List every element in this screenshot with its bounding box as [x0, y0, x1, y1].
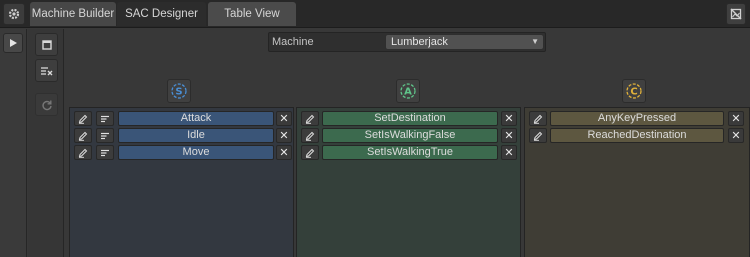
machine-label: Machine	[272, 36, 314, 48]
svg-text:A: A	[404, 87, 412, 98]
state-row: Move ✕	[74, 145, 292, 160]
refresh-icon	[41, 100, 52, 110]
svg-text:C: C	[630, 87, 637, 98]
edit-button[interactable]	[529, 111, 547, 126]
state-badge-icon: S	[171, 83, 187, 99]
condition-badge-icon: C	[626, 83, 642, 99]
actions-column: SetDestination ✕ SetIsWalkingFalse ✕ Set…	[296, 107, 521, 257]
play-button[interactable]	[3, 33, 23, 53]
pencil-icon	[305, 114, 315, 124]
delete-button[interactable]: ✕	[728, 111, 744, 126]
settings-button[interactable]	[3, 3, 25, 25]
pencil-icon	[533, 131, 543, 141]
pencil-icon	[78, 131, 88, 141]
state-row: Idle ✕	[74, 128, 292, 143]
states-column-icon[interactable]: S	[167, 79, 191, 103]
delete-button[interactable]: ✕	[276, 145, 292, 160]
pencil-icon	[78, 114, 88, 124]
top-toolbar: Machine Builder SAC Designer Table View	[0, 0, 750, 28]
close-icon: ✕	[504, 146, 514, 159]
condition-row: AnyKeyPressed ✕	[529, 111, 747, 126]
edit-button[interactable]	[529, 128, 547, 143]
action-row: SetIsWalkingTrue ✕	[301, 145, 517, 160]
machine-selected-value: Lumberjack	[391, 36, 448, 48]
pencil-icon	[305, 148, 315, 158]
chevron-down-icon: ▼	[531, 37, 539, 46]
details-button[interactable]	[96, 128, 114, 143]
new-window-button[interactable]	[35, 33, 58, 56]
condition-name[interactable]: AnyKeyPressed	[550, 111, 724, 126]
delete-button[interactable]: ✕	[501, 145, 517, 160]
close-icon: ✕	[279, 112, 289, 125]
state-row: Attack ✕	[74, 111, 292, 126]
condition-name[interactable]: ReachedDestination	[550, 128, 724, 143]
action-row: SetIsWalkingFalse ✕	[301, 128, 517, 143]
close-icon: ✕	[504, 129, 514, 142]
window-icon	[41, 39, 52, 50]
clear-list-icon	[40, 66, 52, 75]
pencil-icon	[533, 114, 543, 124]
delete-button[interactable]: ✕	[728, 128, 744, 143]
machine-dropdown[interactable]: Lumberjack ▼	[385, 34, 544, 50]
edit-button[interactable]	[74, 145, 92, 160]
image-off-icon	[730, 8, 742, 20]
list-icon	[101, 149, 109, 156]
refresh-button[interactable]	[35, 93, 58, 116]
gear-icon	[8, 8, 20, 20]
delete-button[interactable]: ✕	[501, 111, 517, 126]
tab-table-view[interactable]: Table View	[208, 2, 296, 26]
close-icon: ✕	[731, 112, 741, 125]
tab-sac-designer[interactable]: SAC Designer	[117, 2, 206, 26]
close-icon: ✕	[731, 129, 741, 142]
details-button[interactable]	[96, 111, 114, 126]
delete-button[interactable]: ✕	[276, 128, 292, 143]
actions-column-icon[interactable]: A	[396, 79, 420, 103]
pencil-icon	[305, 131, 315, 141]
conditions-column-icon[interactable]: C	[622, 79, 646, 103]
states-column: Attack ✕ Idle ✕ Move ✕	[69, 107, 294, 257]
list-icon	[101, 115, 109, 122]
pencil-icon	[78, 148, 88, 158]
left-toolbar	[0, 29, 27, 257]
condition-row: ReachedDestination ✕	[529, 128, 747, 143]
delete-button[interactable]: ✕	[501, 128, 517, 143]
details-button[interactable]	[96, 145, 114, 160]
state-name[interactable]: Move	[118, 145, 274, 160]
svg-text:S: S	[175, 87, 182, 98]
action-name[interactable]: SetIsWalkingTrue	[322, 145, 498, 160]
edit-button[interactable]	[74, 128, 92, 143]
close-icon: ✕	[504, 112, 514, 125]
delete-button[interactable]: ✕	[276, 111, 292, 126]
close-icon: ✕	[279, 146, 289, 159]
action-name[interactable]: SetDestination	[322, 111, 498, 126]
play-icon	[10, 39, 17, 47]
close-icon: ✕	[279, 129, 289, 142]
state-name[interactable]: Attack	[118, 111, 274, 126]
list-icon	[101, 132, 109, 139]
action-badge-icon: A	[400, 83, 416, 99]
tab-machine-builder[interactable]: Machine Builder	[30, 2, 116, 26]
edit-button[interactable]	[74, 111, 92, 126]
toggle-view-button[interactable]	[726, 3, 746, 25]
action-name[interactable]: SetIsWalkingFalse	[322, 128, 498, 143]
edit-button[interactable]	[301, 145, 319, 160]
edit-button[interactable]	[301, 128, 319, 143]
conditions-column: AnyKeyPressed ✕ ReachedDestination ✕	[524, 107, 750, 257]
action-row: SetDestination ✕	[301, 111, 517, 126]
clear-list-button[interactable]	[35, 59, 58, 82]
edit-button[interactable]	[301, 111, 319, 126]
state-name[interactable]: Idle	[118, 128, 274, 143]
